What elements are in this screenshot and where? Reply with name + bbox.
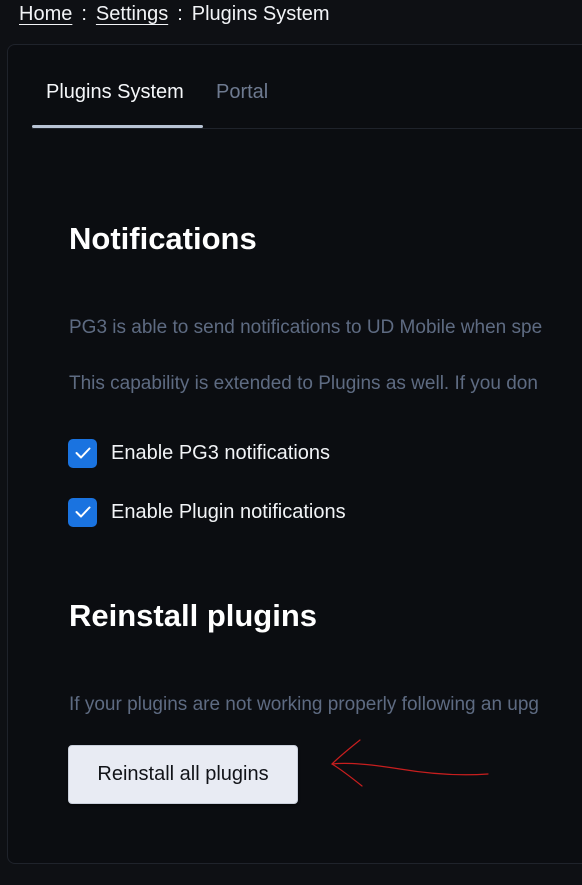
plugin-notifications-option[interactable]: Enable Plugin notifications	[68, 497, 346, 527]
plugin-notifications-checkbox[interactable]	[68, 497, 97, 527]
breadcrumb-separator: :	[177, 3, 183, 25]
notifications-description-2: This capability is extended to Plugins a…	[69, 373, 538, 394]
plugin-notifications-label: Enable Plugin notifications	[111, 500, 346, 523]
pg3-notifications-label: Enable PG3 notifications	[111, 441, 331, 464]
notifications-heading: Notifications	[69, 221, 257, 256]
tab-plugins-system[interactable]: Plugins System	[46, 81, 184, 104]
breadcrumb: Home: Settings: Plugins System	[19, 3, 330, 26]
red-arrow-annotation	[331, 739, 489, 787]
tab-bar: Plugins System Portal	[32, 45, 582, 129]
notifications-description-1: PG3 is able to send notifications to UD …	[69, 317, 543, 338]
pg3-notifications-option[interactable]: Enable PG3 notifications	[68, 438, 330, 468]
reinstall-all-plugins-button[interactable]: Reinstall all plugins	[68, 745, 298, 804]
active-tab-indicator	[32, 125, 203, 128]
checkmark-icon	[75, 447, 90, 459]
breadcrumb-home-link[interactable]: Home	[19, 3, 72, 25]
reinstall-description: If your plugins are not working properly…	[69, 694, 539, 715]
breadcrumb-current: Plugins System	[191, 3, 330, 25]
reinstall-heading: Reinstall plugins	[69, 598, 318, 633]
tab-portal[interactable]: Portal	[216, 81, 268, 104]
checkmark-icon	[75, 506, 90, 518]
pg3-notifications-checkbox[interactable]	[68, 438, 97, 468]
breadcrumb-separator: :	[81, 3, 87, 25]
breadcrumb-settings-link[interactable]: Settings	[96, 3, 168, 25]
